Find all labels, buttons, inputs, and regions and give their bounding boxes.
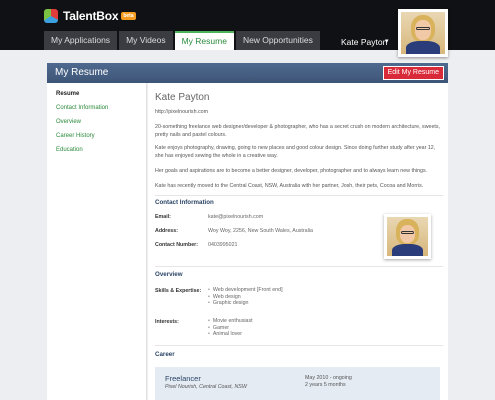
- profile-photo: [387, 217, 428, 256]
- address-value: Woy Woy, 2256, New South Wales, Australi…: [208, 228, 313, 234]
- tab-my-resume[interactable]: My Resume: [174, 31, 234, 50]
- main-tabs: My Applications My Videos My Resume New …: [44, 31, 322, 50]
- phone-label: Contact Number:: [155, 242, 198, 248]
- job-duration: 2 years 5 months: [305, 382, 346, 388]
- contact-heading: Contact Information: [155, 199, 214, 206]
- tab-my-videos[interactable]: My Videos: [119, 31, 173, 50]
- interests-label: Interests:: [155, 319, 179, 325]
- tab-my-applications[interactable]: My Applications: [44, 31, 118, 50]
- list-item: Web development [Front end]: [208, 287, 283, 294]
- profile-url[interactable]: http://pixelnourish.com: [155, 109, 443, 117]
- user-menu[interactable]: Kate Payton: [341, 37, 387, 47]
- overview-heading: Overview: [155, 271, 183, 278]
- divider: [155, 345, 443, 346]
- interests-list: Movie enthusiast Gamer Animal lover: [208, 318, 253, 338]
- resume-content: Kate Payton http://pixelnourish.com 20-s…: [148, 83, 448, 400]
- divider: [155, 195, 443, 196]
- skills-list: Web development [Front end] Web design G…: [208, 287, 283, 307]
- sidebar-item-overview[interactable]: Overview: [56, 119, 81, 125]
- sidebar-item-career-history[interactable]: Career History: [56, 133, 95, 139]
- phone-value: 0403995021: [208, 242, 238, 248]
- contact-photo: [384, 214, 431, 259]
- logo-text: TalentBox: [63, 9, 119, 23]
- sidebar-item-resume[interactable]: Resume: [56, 91, 79, 97]
- beta-badge: beta: [121, 12, 136, 20]
- resume-sidebar: Resume Contact Information Overview Care…: [47, 83, 147, 400]
- skills-label: Skills & Expertise:: [155, 288, 202, 294]
- sidebar-item-education[interactable]: Education: [56, 147, 83, 153]
- bio-paragraph-2: Kate enjoys photography, drawing, going …: [155, 145, 436, 159]
- avatar[interactable]: [398, 9, 448, 57]
- divider: [155, 266, 443, 267]
- job-dates: May 2010 - ongoing: [305, 375, 352, 381]
- profile-name: Kate Payton: [155, 92, 210, 103]
- edit-resume-button[interactable]: Edit My Resume: [382, 66, 444, 80]
- talentbox-logo-icon: [44, 9, 58, 23]
- bio-paragraph-1: 20-something freelance web designer/deve…: [155, 124, 441, 138]
- tab-new-opportunities[interactable]: New Opportunities: [235, 31, 320, 50]
- list-item: Animal lover: [208, 331, 253, 338]
- chevron-down-icon[interactable]: ▾: [385, 37, 389, 45]
- bio-paragraph-4: Kate has recently moved to the Central C…: [155, 183, 424, 189]
- page-title: My Resume: [55, 67, 109, 78]
- career-heading: Career: [155, 351, 175, 358]
- list-item: Movie enthusiast: [208, 318, 253, 325]
- sidebar-item-contact-information[interactable]: Contact Information: [56, 105, 108, 111]
- profile-photo: [401, 12, 445, 54]
- email-label: Email:: [155, 214, 171, 220]
- email-value[interactable]: kate@pixelnourish.com: [208, 214, 263, 220]
- career-entry[interactable]: Freelancer Pixel Nourish, Central Coast,…: [155, 367, 440, 400]
- page-title-bar: My Resume Edit My Resume: [47, 63, 448, 83]
- list-item: Graphic design: [208, 300, 283, 307]
- job-company: Pixel Nourish, Central Coast, NSW: [165, 384, 247, 390]
- app-logo[interactable]: TalentBox beta: [44, 9, 136, 23]
- job-title: Freelancer: [165, 374, 201, 383]
- address-label: Address:: [155, 228, 178, 234]
- bio-paragraph-3: Her goals and aspirations are to become …: [155, 168, 428, 174]
